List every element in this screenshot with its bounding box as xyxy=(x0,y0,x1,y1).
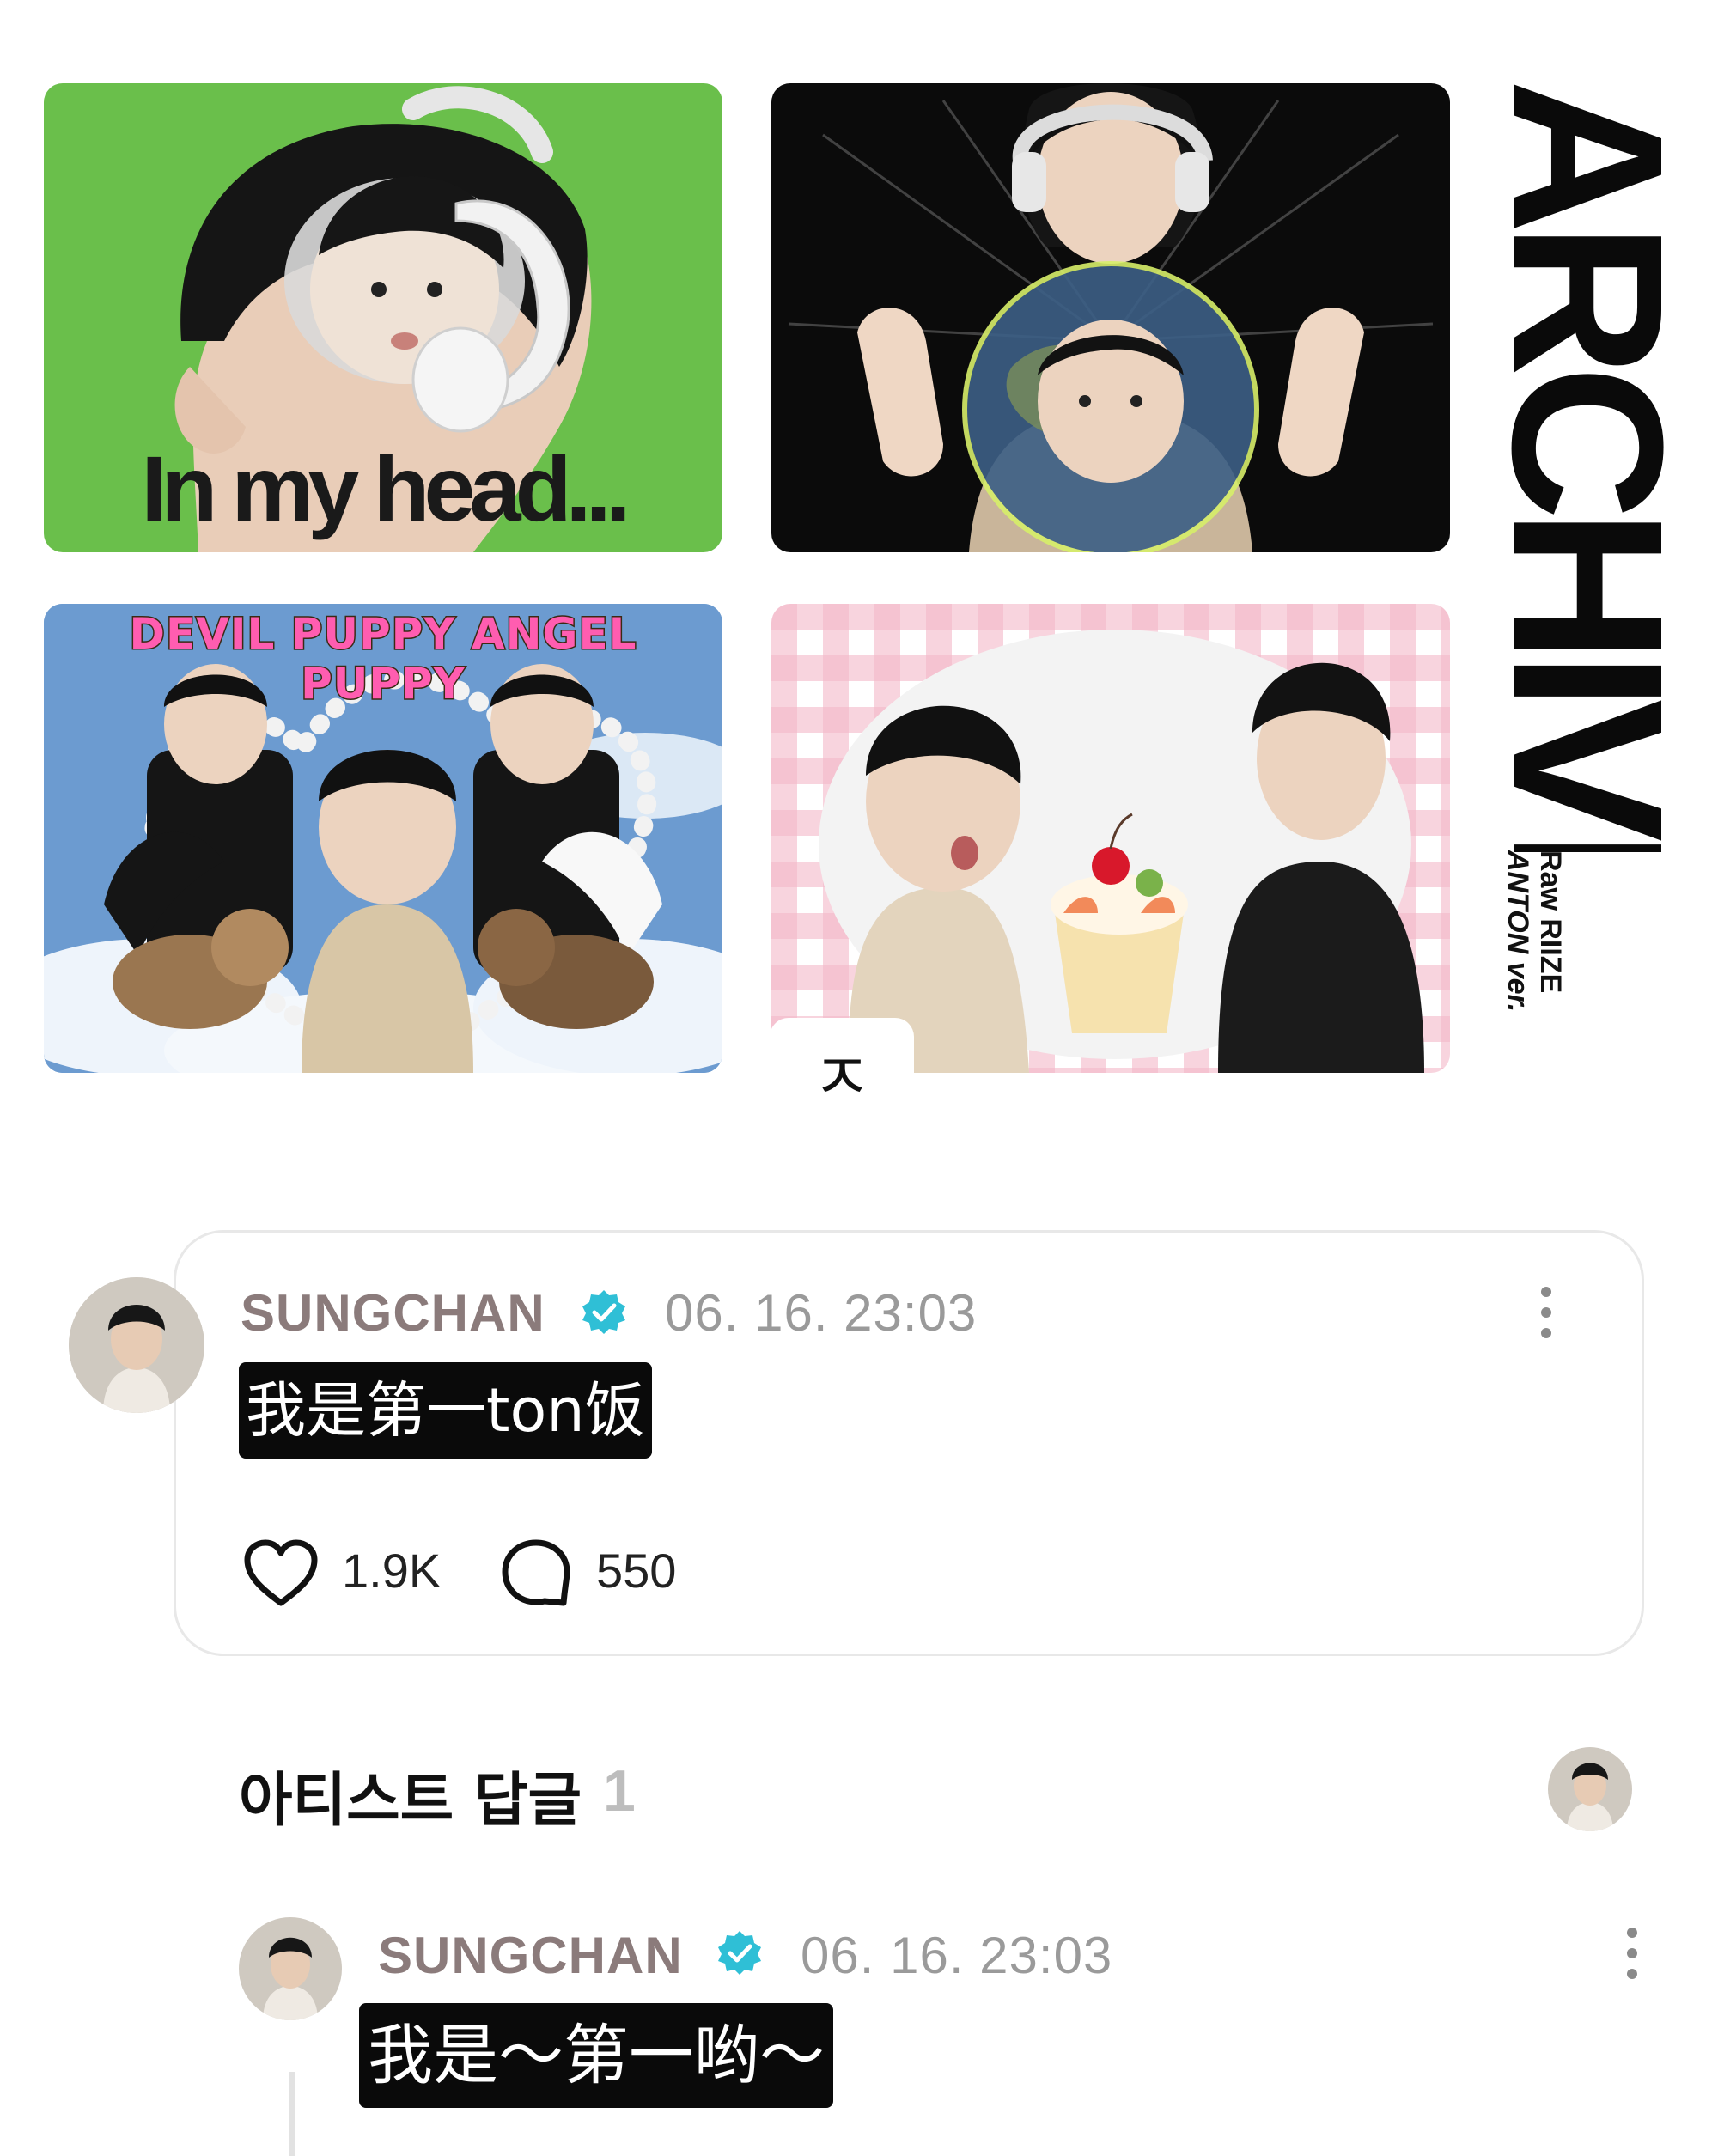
avatar-image xyxy=(69,1277,204,1413)
avatar-image xyxy=(1548,1747,1632,1831)
archive-subtitle-line2: ANTON ver. xyxy=(1502,850,1534,1012)
reply-author-name[interactable]: SUNGCHAN xyxy=(378,1926,683,1985)
post-timestamp: 06. 16. 23:03 xyxy=(665,1284,978,1342)
comment-icon[interactable] xyxy=(500,1538,572,1608)
heart-icon[interactable] xyxy=(242,1539,320,1608)
card-parfait[interactable] xyxy=(771,604,1450,1073)
archive-title-text: ARCHIVE² xyxy=(1491,79,1691,852)
reply-timestamp: 06. 16. 23:03 xyxy=(801,1927,1113,1984)
card-devil-angel-puppy[interactable]: DEVIL PUPPY ANGEL PUPPY xyxy=(44,604,722,1073)
verified-badge-icon xyxy=(718,1931,761,1975)
card-in-my-head-title: In my head... xyxy=(141,436,631,540)
card-in-my-head[interactable]: In my head... xyxy=(44,83,722,552)
artist-replies-header: 아티스트 답글 xyxy=(239,1767,582,1835)
artist-replies-count: 1 xyxy=(603,1758,636,1824)
replies-header-avatar[interactable] xyxy=(1548,1747,1632,1831)
card-devil-angel-puppy-title: DEVIL PUPPY ANGEL PUPPY xyxy=(128,608,637,710)
archive-subtitle-line1: Raw RIIZE xyxy=(1534,850,1567,993)
archive-title: ARCHIVE² xyxy=(1491,79,1691,852)
reply-more-icon[interactable] xyxy=(1625,1928,1639,1989)
avatar-image xyxy=(239,1917,342,2020)
card-crystal-ball-illustration xyxy=(788,83,1434,552)
archive-banner: In my head... DEVIL PUPPY ANGEL PUPPY AR… xyxy=(0,0,1718,1151)
like-count: 1.9K xyxy=(342,1544,442,1598)
post-text: 我是第一ton饭 xyxy=(239,1362,652,1459)
post-author-avatar[interactable] xyxy=(69,1277,204,1413)
reply-author-avatar[interactable] xyxy=(239,1917,342,2020)
overlay-jamo: ㅈ xyxy=(770,1018,914,1116)
archive-subtitle: Raw RIIZE ANTON ver. xyxy=(1491,850,1569,1031)
post-more-icon[interactable] xyxy=(1539,1287,1553,1349)
comment-count: 550 xyxy=(596,1544,677,1598)
post-author-name[interactable]: SUNGCHAN xyxy=(241,1283,545,1343)
card-crystal-ball[interactable] xyxy=(771,83,1450,552)
thread-line xyxy=(289,2072,295,2156)
verified-badge-icon xyxy=(582,1290,625,1334)
reply-text: 我是～第一哟～ xyxy=(359,2003,833,2108)
card-parfait-illustration xyxy=(771,604,1450,1073)
